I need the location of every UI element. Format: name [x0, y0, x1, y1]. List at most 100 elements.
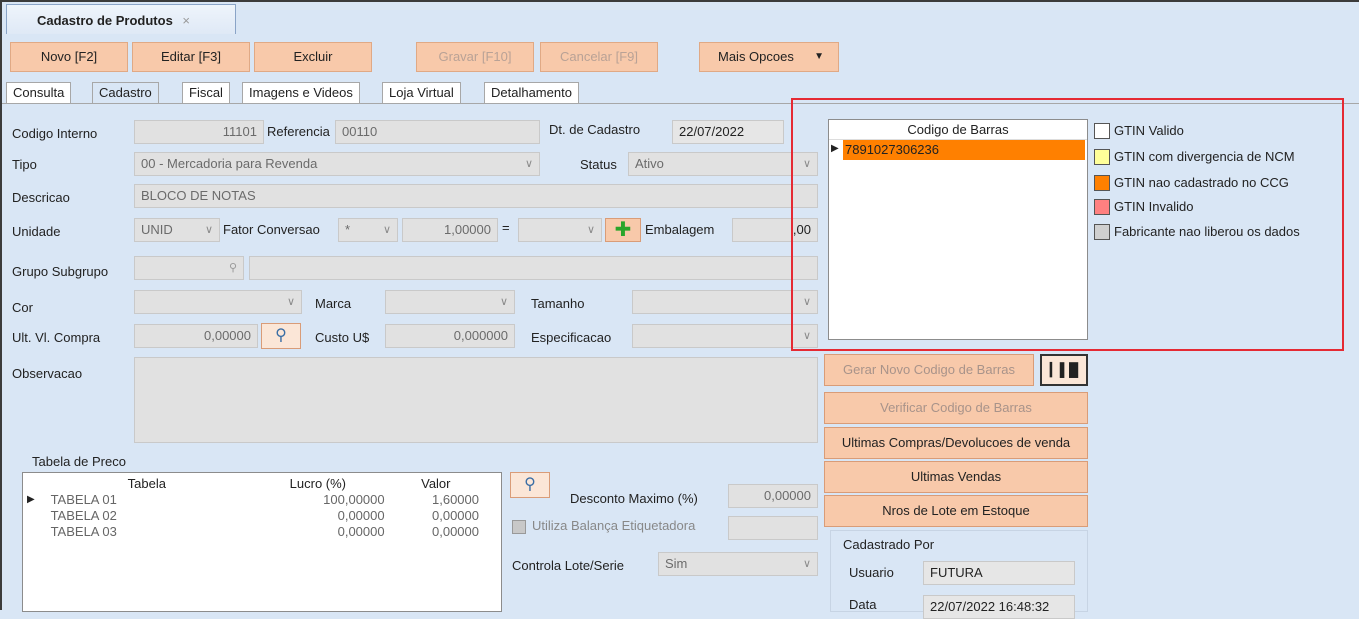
cell-tabela: TABELA 03	[50, 523, 117, 539]
chevron-down-icon: ∨	[382, 224, 391, 236]
chevron-down-icon: ∨	[524, 158, 533, 170]
ult-compra-field[interactable]: 0,00000	[134, 324, 258, 348]
desconto-field[interactable]: 0,00000	[728, 484, 818, 508]
grupo-subgrupo-label: Grupo Subgrupo	[12, 264, 109, 279]
tab-imagens[interactable]: Imagens e Videos	[242, 82, 360, 104]
status-value: Ativo	[635, 156, 664, 171]
marca-select[interactable]: ∨	[385, 290, 515, 314]
grupo-code-field[interactable]: ⚲	[134, 256, 244, 280]
highlight-frame	[791, 98, 1344, 351]
editar-button[interactable]: Editar [F3]	[132, 42, 250, 72]
search-compra-button[interactable]: ⚲	[261, 323, 301, 349]
tab-cadastro[interactable]: Cadastro	[92, 82, 159, 104]
fator-op-value: *	[345, 222, 351, 237]
cor-label: Cor	[12, 300, 33, 315]
ultimas-vendas-button[interactable]: Ultimas Vendas	[824, 461, 1088, 493]
mais-opcoes-button[interactable]: Mais Opcoes ▼	[699, 42, 839, 72]
cancelar-button[interactable]: Cancelar [F9]	[540, 42, 658, 72]
add-embalagem-button[interactable]: ✚	[605, 218, 641, 242]
table-row[interactable]: ▶ TABELA 01 100,00000 1,60000	[23, 491, 483, 507]
cadastrado-por-title: Cadastrado Por	[843, 537, 935, 552]
barcode-chart-button[interactable]: ▎▌█	[1040, 354, 1088, 386]
row-pointer-icon: ▶	[27, 493, 35, 505]
usuario-field[interactable]: FUTURA	[923, 561, 1075, 585]
magnifier-icon: ⚲	[524, 476, 536, 493]
balanca-checkbox[interactable]	[512, 520, 526, 534]
tipo-label: Tipo	[12, 157, 37, 172]
tab-loja-virtual[interactable]: Loja Virtual	[382, 82, 461, 104]
tab-consulta[interactable]: Consulta	[6, 82, 72, 104]
custo-field[interactable]: 0,000000	[385, 324, 515, 348]
cadastrado-por-group: Cadastrado Por Usuario FUTURA Data 22/07…	[830, 530, 1088, 619]
cell-valor: 1,60000	[432, 491, 479, 507]
gerar-codigo-button[interactable]: Gerar Novo Codigo de Barras	[824, 354, 1034, 386]
window-tab[interactable]: Cadastro de Produtos ×	[6, 4, 236, 34]
close-icon[interactable]: ×	[182, 13, 190, 28]
tab-fiscal[interactable]: Fiscal	[182, 82, 230, 104]
tipo-value: 00 - Mercadoria para Revenda	[141, 156, 318, 171]
lookup-icon[interactable]: ⚲	[229, 257, 237, 279]
table-row[interactable]: TABELA 02 0,00000 0,00000	[23, 507, 483, 523]
codigo-interno-field[interactable]: 11101	[134, 120, 264, 144]
window: Cadastro de Produtos × Novo [F2] Editar …	[0, 0, 1359, 619]
codigo-interno-label: Codigo Interno	[12, 126, 98, 141]
ult-compra-label: Ult. Vl. Compra	[12, 330, 101, 345]
fator-op-select[interactable]: * ∨	[338, 218, 398, 242]
marca-label: Marca	[315, 296, 352, 311]
desconto-label: Desconto Maximo (%)	[570, 491, 698, 506]
chevron-down-icon: ∨	[286, 296, 295, 308]
status-label: Status	[580, 157, 617, 172]
status-select[interactable]: Ativo ∨	[628, 152, 818, 176]
tab-detalhamento[interactable]: Detalhamento	[484, 82, 579, 104]
plus-icon: ✚	[614, 219, 632, 241]
cell-lucro: 0,00000	[337, 523, 385, 539]
referencia-field[interactable]: 00110	[335, 120, 540, 144]
excluir-button[interactable]: Excluir	[254, 42, 372, 72]
observacao-field[interactable]	[134, 357, 818, 443]
lote-value: Sim	[665, 556, 688, 571]
chevron-down-icon: ∨	[499, 296, 508, 308]
chevron-down-icon: ∨	[802, 558, 811, 570]
unidade-value: UNID	[141, 222, 173, 237]
balanca-field[interactable]	[728, 516, 818, 540]
descricao-label: Descricao	[12, 190, 70, 205]
novo-button[interactable]: Novo [F2]	[10, 42, 128, 72]
bar-chart-icon: ▎▌█	[1049, 362, 1079, 377]
tipo-select[interactable]: 00 - Mercadoria para Revenda ∨	[134, 152, 540, 176]
grupo-name-field[interactable]	[249, 256, 818, 280]
table-row[interactable]: TABELA 03 0,00000 0,00000	[23, 523, 483, 539]
dt-cadastro-label: Dt. de Cadastro	[549, 122, 641, 137]
col-header-tabela[interactable]: Tabela	[47, 475, 248, 491]
verificar-codigo-button[interactable]: Verificar Codigo de Barras	[824, 392, 1088, 424]
gravar-button[interactable]: Gravar [F10]	[416, 42, 534, 72]
dropdown-arrow-icon: ▼	[814, 51, 824, 62]
chevron-down-icon: ∨	[586, 224, 595, 236]
data-field[interactable]: 22/07/2022 16:48:32	[923, 595, 1075, 619]
observacao-label: Observacao	[12, 366, 83, 381]
cell-tabela: TABELA 01	[50, 491, 117, 507]
cell-valor: 0,00000	[432, 507, 479, 523]
referencia-label: Referencia	[267, 124, 330, 139]
embalagem-label: Embalagem	[645, 222, 715, 237]
cell-lucro: 100,00000	[323, 491, 385, 507]
usuario-label: Usuario	[849, 565, 894, 580]
tamanho-label: Tamanho	[531, 296, 585, 311]
lote-select[interactable]: Sim ∨	[658, 552, 818, 576]
col-header-lucro[interactable]: Lucro (%)	[247, 475, 389, 491]
search-preco-button[interactable]: ⚲	[510, 472, 550, 498]
fator-destino-select[interactable]: ∨	[518, 218, 602, 242]
cell-tabela: TABELA 02	[50, 507, 117, 523]
unidade-select[interactable]: UNID ∨	[134, 218, 220, 242]
dt-cadastro-field[interactable]: 22/07/2022	[672, 120, 784, 144]
tabela-preco-grid[interactable]: Tabela Lucro (%) Valor ▶ TABELA 01 100,0…	[22, 472, 502, 612]
col-header-valor[interactable]: Valor	[389, 475, 483, 491]
tabela-preco-title: Tabela de Preco	[32, 454, 126, 469]
equals-label: =	[502, 220, 510, 235]
custo-label: Custo U$	[315, 330, 370, 345]
descricao-field[interactable]: BLOCO DE NOTAS	[134, 184, 818, 208]
cor-select[interactable]: ∨	[134, 290, 302, 314]
lote-label: Controla Lote/Serie	[512, 558, 625, 573]
nros-lote-button[interactable]: Nros de Lote em Estoque	[824, 495, 1088, 527]
ultimas-compras-button[interactable]: Ultimas Compras/Devolucoes de venda	[824, 427, 1088, 459]
fator-valor-field[interactable]: 1,00000	[402, 218, 498, 242]
